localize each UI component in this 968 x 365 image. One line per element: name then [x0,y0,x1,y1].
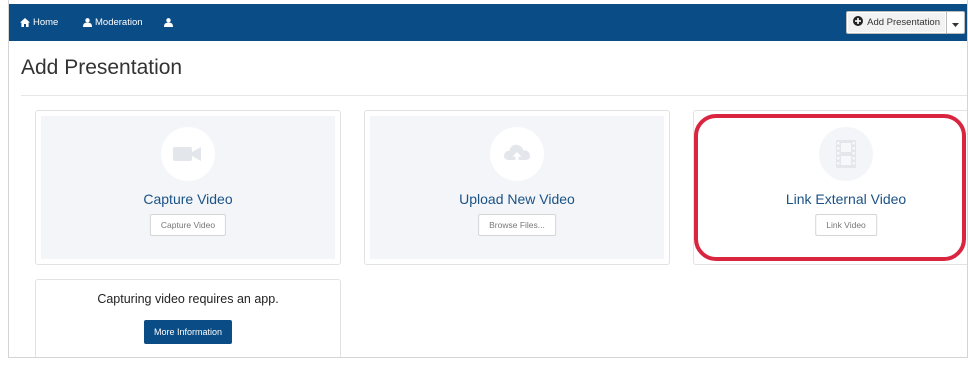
add-presentation-button[interactable]: Add Presentation [846,11,947,34]
highlight-annotation [694,114,966,261]
nav-moderation[interactable]: Moderation [83,4,143,41]
user-icon [164,18,173,27]
nav-home-label: Home [33,17,59,28]
plus-circle-icon [853,16,864,29]
nav-user-menu[interactable] [164,4,173,41]
caret-down-icon [952,14,959,32]
capture-video-card: Capture Video Capture Video [35,110,341,265]
video-camera-icon [161,127,215,181]
browse-files-button[interactable]: Browse Files... [478,214,556,236]
upload-video-card: Upload New Video Browse Files... [364,110,670,265]
add-presentation-label: Add Presentation [867,17,940,28]
nav-moderation-label: Moderation [95,17,143,28]
page-title: Add Presentation [21,56,183,79]
upload-video-title: Upload New Video [459,191,575,207]
capture-video-card-body: Capture Video Capture Video [41,116,335,259]
title-divider [21,95,967,96]
home-icon [20,18,30,27]
capture-info-text: Capturing video requires an app. [97,292,279,306]
add-presentation-dropdown-toggle[interactable] [947,11,965,34]
capture-info-card: Capturing video requires an app. More In… [35,279,341,357]
upload-video-card-body: Upload New Video Browse Files... [370,116,664,259]
capture-video-button[interactable]: Capture Video [149,214,227,236]
nav-home[interactable]: Home [20,4,58,41]
add-presentation-button-group: Add Presentation [846,11,965,34]
more-information-button[interactable]: More Information [143,320,233,344]
capture-video-title: Capture Video [143,191,233,207]
cloud-upload-icon [490,127,544,181]
user-icon [83,18,92,27]
top-navbar: Home Moderation Add Presentation [9,4,967,41]
